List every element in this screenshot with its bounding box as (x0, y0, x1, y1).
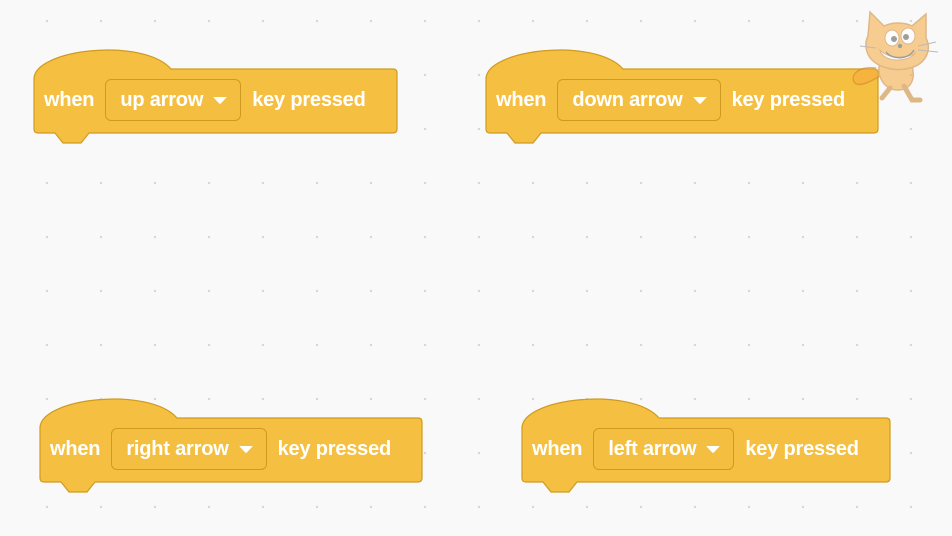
key-dropdown-value: down arrow (572, 88, 683, 111)
chevron-down-icon (213, 97, 227, 104)
key-dropdown-up-arrow[interactable]: up arrow (105, 79, 242, 121)
hat-block-down-arrow[interactable]: when down arrow key pressed (485, 45, 879, 149)
when-label: when (532, 437, 583, 460)
key-dropdown-down-arrow[interactable]: down arrow (557, 79, 721, 121)
chevron-down-icon (239, 446, 253, 453)
hat-block-left-arrow[interactable]: when left arrow key pressed (521, 394, 891, 498)
key-pressed-label: key pressed (731, 88, 846, 111)
key-pressed-label: key pressed (277, 437, 392, 460)
key-dropdown-value: right arrow (126, 437, 229, 460)
key-dropdown-right-arrow[interactable]: right arrow (111, 428, 267, 470)
chevron-down-icon (706, 446, 720, 453)
when-label: when (50, 437, 101, 460)
scripts-workspace[interactable]: when up arrow key pressed when down arro… (0, 0, 952, 536)
key-dropdown-value: up arrow (120, 88, 204, 111)
key-pressed-label: key pressed (745, 437, 859, 460)
when-label: when (496, 88, 547, 111)
key-dropdown-left-arrow[interactable]: left arrow (593, 428, 735, 470)
sprite-cat-icon (852, 10, 939, 103)
chevron-down-icon (693, 97, 707, 104)
hat-block-up-arrow[interactable]: when up arrow key pressed (33, 45, 398, 149)
key-dropdown-value: left arrow (608, 437, 697, 460)
hat-block-right-arrow[interactable]: when right arrow key pressed (39, 394, 423, 498)
key-pressed-label: key pressed (252, 88, 366, 111)
when-label: when (44, 88, 95, 111)
